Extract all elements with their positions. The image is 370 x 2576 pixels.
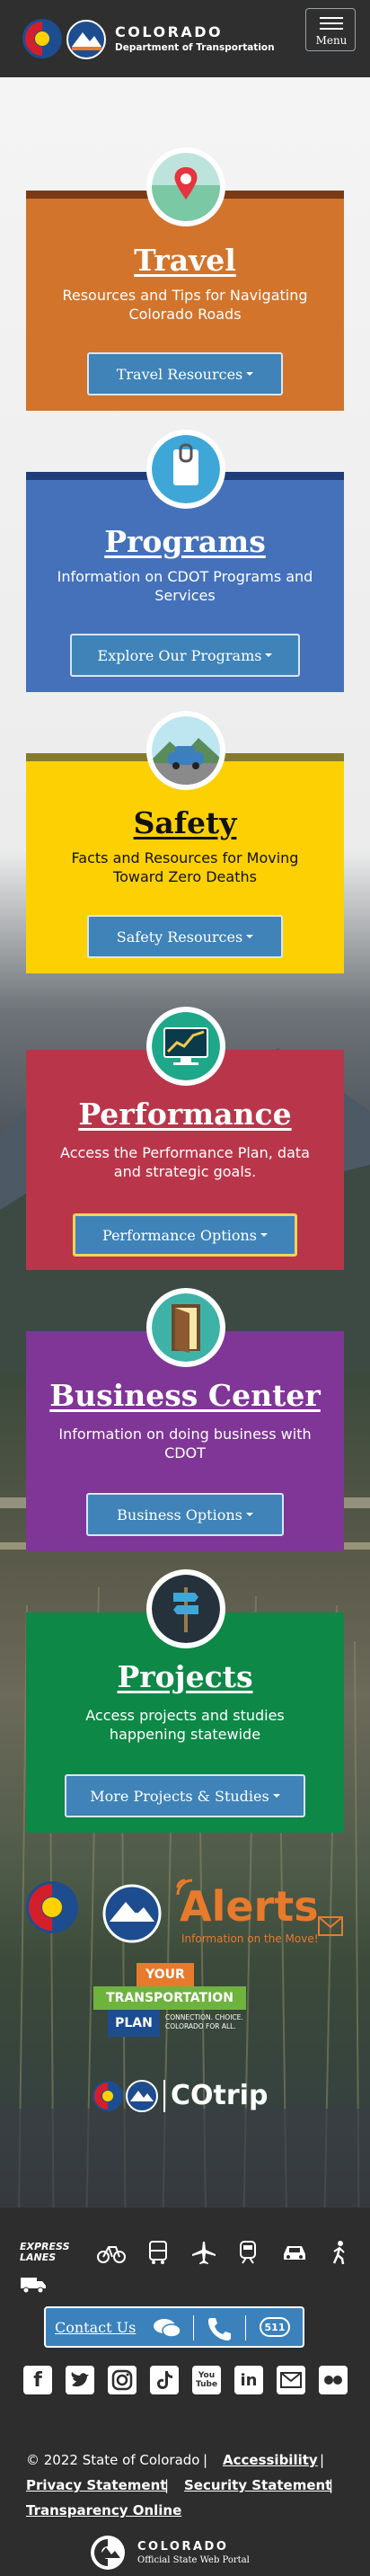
signpost-icon [146, 1569, 225, 1648]
bus-icon[interactable] [145, 2240, 171, 2265]
cotrip-title: COtrip [171, 2080, 269, 2111]
security-statement-link[interactable]: Security Statement [184, 2477, 331, 2493]
card-title[interactable]: Business Center [26, 1378, 344, 1413]
phone-icon[interactable] [206, 2315, 233, 2342]
menu-label: Menu [315, 34, 348, 47]
cdot-logo-text: CDOT [116, 1911, 148, 1923]
safety-resources-button[interactable]: Safety Resources [87, 915, 283, 958]
brand-title: COLORADO [115, 23, 224, 40]
alerts-tagline: Information on the Move! [181, 1932, 319, 1945]
card-title[interactable]: Safety [26, 805, 344, 840]
privacy-statement-link[interactable]: Privacy Statement [26, 2477, 166, 2493]
express-lanes-icon[interactable]: EXPRESS LANES [20, 2242, 81, 2265]
colorado-c-logo [92, 2081, 123, 2111]
business-options-button[interactable]: Business Options [86, 1493, 284, 1536]
card-description: Resources and Tips for Navigating Colora… [62, 287, 308, 323]
colorado-c-logo [26, 1881, 78, 1933]
caret-down-icon [260, 1233, 268, 1237]
card-description: Access the Performance Plan, data and st… [60, 1144, 310, 1180]
linkedin-icon[interactable]: in [234, 2366, 263, 2394]
card-title[interactable]: Programs [26, 524, 344, 559]
colorado-c-logo[interactable] [22, 18, 63, 59]
caret-down-icon [265, 653, 273, 657]
bicycle-icon[interactable] [97, 2240, 126, 2265]
car-icon [146, 711, 225, 790]
portal-subtitle: Official State Web Portal [137, 2555, 250, 2565]
card-description: Facts and Resources for Moving Toward Ze… [71, 849, 299, 885]
copyright-text: © 2022 State of Colorado [26, 2452, 200, 2468]
clipboard-icon [146, 430, 225, 509]
511-icon[interactable]: 511 [260, 2317, 290, 2337]
explore-programs-button[interactable]: Explore Our Programs [70, 634, 300, 677]
car-icon[interactable] [280, 2240, 309, 2265]
email-icon[interactable] [277, 2366, 305, 2394]
twitter-icon[interactable] [66, 2366, 94, 2394]
menu-button[interactable]: Menu [305, 8, 356, 51]
card-description: Information on doing business with CDOT [58, 1426, 312, 1461]
more-projects-button[interactable]: More Projects & Studies [65, 1774, 305, 1817]
chat-icon[interactable] [152, 2317, 182, 2341]
caret-down-icon [246, 935, 254, 938]
instagram-icon[interactable] [108, 2366, 137, 2394]
train-icon[interactable] [235, 2240, 260, 2265]
site-footer: EXPRESS LANES Contact Us 511 f You Tube … [0, 2207, 370, 2576]
contact-us-bar: Contact Us 511 [44, 2306, 304, 2348]
travel-resources-button[interactable]: Travel Resources [87, 352, 283, 395]
brand-subtitle: Department of Transportation [115, 42, 275, 53]
card-title[interactable]: Performance [26, 1097, 344, 1132]
cotrip-banner[interactable]: COtrip [92, 2076, 280, 2118]
facebook-icon[interactable]: f [23, 2366, 52, 2394]
card-description: Information on CDOT Programs and Service… [57, 568, 313, 604]
card-description: Access projects and studies happening st… [85, 1707, 285, 1743]
alerts-title: Alerts [180, 1882, 319, 1931]
your-transportation-plan-banner[interactable]: YOUR TRANSPORTATION PLAN CONNECTION. CHO… [93, 1963, 282, 2046]
pedestrian-icon[interactable] [329, 2240, 350, 2265]
transparency-online-link[interactable]: Transparency Online [26, 2502, 181, 2518]
cdot-alerts-banner[interactable]: CDOT Alerts Information on the Move! [25, 1870, 348, 1952]
portal-title: COLORADO [137, 2540, 229, 2554]
site-header: COLORADO Department of Transportation Me… [0, 0, 370, 77]
contact-us-link[interactable]: Contact Us [55, 2319, 136, 2336]
accessibility-link[interactable]: Accessibility [223, 2452, 318, 2468]
youtube-icon[interactable]: You Tube [192, 2366, 221, 2394]
caret-down-icon [245, 1513, 253, 1516]
caret-down-icon [246, 372, 254, 376]
colorado-portal-logo[interactable] [88, 2535, 128, 2571]
card-title[interactable]: Projects [26, 1659, 344, 1694]
cdot-logo [126, 2080, 158, 2112]
tiktok-icon[interactable] [150, 2366, 179, 2394]
open-door-icon [146, 1288, 225, 1367]
performance-options-button[interactable]: Performance Options [73, 1213, 297, 1257]
chart-monitor-icon [146, 1007, 225, 1086]
card-title[interactable]: Travel [26, 243, 344, 278]
airplane-icon[interactable] [190, 2240, 217, 2265]
travel-modes-bar: EXPRESS LANES [20, 2238, 352, 2294]
map-pin-icon [146, 147, 225, 227]
truck-icon[interactable] [20, 2276, 47, 2294]
email-icon [318, 1916, 343, 1936]
caret-down-icon [272, 1794, 280, 1798]
flickr-icon[interactable] [319, 2366, 348, 2394]
cdot-logo[interactable] [66, 20, 106, 59]
hamburger-icon [320, 17, 343, 19]
